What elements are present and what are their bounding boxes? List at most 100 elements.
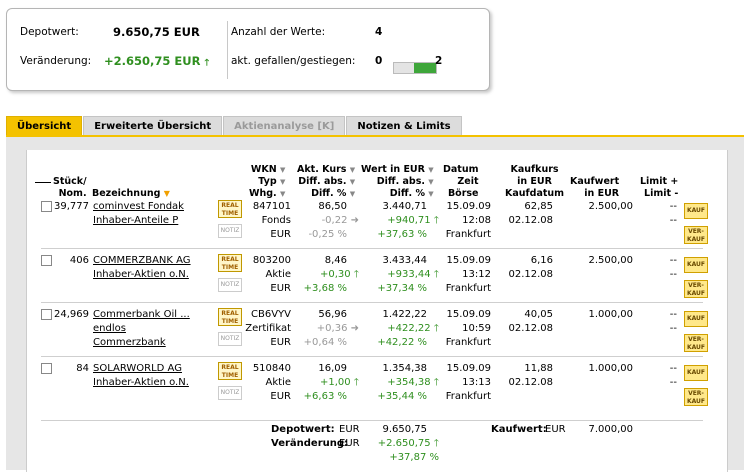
up-arrow-icon: 🡑 <box>204 58 210 68</box>
gestiegen-fill <box>414 63 436 73</box>
summary-divider <box>227 21 228 79</box>
row-limit-plus: -- <box>669 201 677 212</box>
depotwert-label: Depotwert: <box>20 26 79 38</box>
kauf-button[interactable]: KAUF <box>684 311 708 327</box>
row-name-line[interactable]: Inhaber-Aktien o.N. <box>93 376 189 390</box>
row-limit-minus: -- <box>669 269 677 280</box>
footer-kaufwert-cur: EUR <box>545 424 566 435</box>
row-kurs-pct: -0,25 % <box>308 229 347 240</box>
row-separator <box>41 248 703 249</box>
header-bezeichnung[interactable]: Bezeichnung ▼ <box>92 188 170 200</box>
sort-arrow-icon: ▼ <box>163 189 170 198</box>
kauf-button[interactable]: KAUF <box>684 203 708 219</box>
row-kaufkurs: 11,88 <box>524 363 553 374</box>
row-name-line[interactable]: cominvest Fondak <box>93 200 184 214</box>
row-checkbox[interactable] <box>41 201 52 212</box>
gestiegen-count: 2 <box>435 55 443 67</box>
row-separator <box>41 356 703 357</box>
depot-summary-box: Depotwert: 9.650,75 EUR Veränderung: +2.… <box>6 8 490 91</box>
row-boerse: Frankfurt <box>445 229 491 240</box>
footer-depotwert-label: Depotwert: <box>271 424 335 435</box>
tab-aktienanalyse[interactable]: Aktienanalyse [K] <box>223 116 346 136</box>
row-kurs: 8,46 <box>324 255 347 266</box>
row-kaufwert: 2.500,00 <box>588 255 633 266</box>
row-separator <box>41 302 703 303</box>
row-kurs-pct: +6,63 % <box>303 391 347 402</box>
tab-uebersicht[interactable]: Übersicht <box>6 116 83 136</box>
header-stueck[interactable]: Stück/Nom. <box>53 176 87 200</box>
row-datum: 15.09.09 <box>446 255 491 266</box>
verkauf-button[interactable]: VER- KAUF <box>684 334 708 352</box>
row-kurs-pct: +0,64 % <box>303 337 347 348</box>
verkauf-button[interactable]: VER- KAUF <box>684 280 708 298</box>
header-wert[interactable]: Wert in EUR ▼ Diff. abs. ▼ Diff. % ▼ <box>361 164 434 200</box>
footer-kaufwert-label: Kaufwert: <box>491 424 547 435</box>
row-limit-plus: -- <box>669 309 677 320</box>
row-name-line[interactable]: Commerzbank <box>93 336 166 350</box>
row-limit-minus: -- <box>669 323 677 334</box>
depot-table: Stück/Nom. Bezeichnung ▼ WKN ▼ Typ ▼ Whg. … <box>26 150 728 472</box>
header-kurs[interactable]: Akt. Kurs ▼ Diff. abs. ▼ Diff. % ▼ <box>297 164 355 200</box>
row-kaufdatum: 02.12.08 <box>508 269 553 280</box>
row-stueck: 39,777 <box>54 201 89 212</box>
header-wkn[interactable]: WKN ▼ Typ ▼ Whg. ▼ <box>249 164 285 200</box>
row-wkn: CB6VYV <box>251 309 291 320</box>
row-kaufwert: 1.000,00 <box>588 309 633 320</box>
row-limit-minus: -- <box>669 215 677 226</box>
row-kurs-diff: +1,00 🡑 <box>319 377 359 388</box>
header-limit[interactable]: Limit + Limit - <box>640 176 678 200</box>
row-name-line[interactable]: Inhaber-Anteile P <box>93 214 178 228</box>
footer-cur1: EUR <box>339 424 360 435</box>
row-zeit: 12:08 <box>462 215 491 226</box>
row-kurs: 56,96 <box>318 309 347 320</box>
row-wert-pct: +35,44 % <box>377 391 427 402</box>
row-name-line[interactable]: Commerbank Oil ... <box>93 308 190 322</box>
tab-erweiterte-uebersicht[interactable]: Erweiterte Übersicht <box>83 116 223 136</box>
row-wert: 1.354,38 <box>382 363 427 374</box>
row-kurs: 86,50 <box>318 201 347 212</box>
gefallen-gestiegen-label: akt. gefallen/gestiegen: <box>231 55 356 67</box>
row-kaufdatum: 02.12.08 <box>508 323 553 334</box>
row-kurs-diff: +0,36 ➜ <box>316 323 359 334</box>
row-wert: 1.422,22 <box>382 309 427 320</box>
header-kaufwert[interactable]: Kaufwert in EUR <box>570 176 619 200</box>
header-kaufkurs[interactable]: Kaufkurs in EUR Kaufdatum <box>505 164 564 200</box>
row-zeit: 13:13 <box>462 377 491 388</box>
row-wert-pct: +37,34 % <box>377 283 427 294</box>
row-wert-diff: +940,71 🡑 <box>387 215 439 226</box>
row-datum: 15.09.09 <box>446 309 491 320</box>
row-limit-minus: -- <box>669 377 677 388</box>
row-name-line[interactable]: endlos <box>93 322 126 336</box>
row-kurs-diff: +0,30 🡑 <box>319 269 359 280</box>
row-name-line[interactable]: Inhaber-Aktien o.N. <box>93 268 189 282</box>
verkauf-button[interactable]: VER- KAUF <box>684 226 708 244</box>
row-name-line[interactable]: COMMERZBANK AG <box>93 254 191 268</box>
row-kaufkurs: 40,05 <box>524 309 553 320</box>
row-name-line[interactable]: SOLARWORLD AG <box>93 362 182 376</box>
row-checkbox[interactable] <box>41 255 52 266</box>
footer-cur2: EUR <box>339 438 360 449</box>
row-boerse: Frankfurt <box>445 337 491 348</box>
row-kaufwert: 2.500,00 <box>588 201 633 212</box>
footer-kaufwert: 7.000,00 <box>588 424 633 435</box>
row-wkn: 803200 <box>252 255 291 266</box>
footer-veraenderung-label: Veränderung: <box>271 438 349 449</box>
row-boerse: Frankfurt <box>445 391 491 402</box>
kauf-button[interactable]: KAUF <box>684 365 708 381</box>
row-wert-diff: +422,22 🡑 <box>387 323 439 334</box>
row-kurs-diff: -0,22 ➜ <box>321 215 359 226</box>
tab-notizen-limits[interactable]: Notizen & Limits <box>346 116 462 136</box>
row-checkbox[interactable] <box>41 309 52 320</box>
header-datum[interactable]: Datum Zeit Börse <box>443 164 479 200</box>
row-boerse: Frankfurt <box>445 283 491 294</box>
row-wert-pct: +37,63 % <box>377 229 427 240</box>
row-zeit: 13:12 <box>462 269 491 280</box>
kauf-button[interactable]: KAUF <box>684 257 708 273</box>
row-checkbox[interactable] <box>41 363 52 374</box>
footer-pct: +37,87 % <box>389 452 439 463</box>
verkauf-button[interactable]: VER- KAUF <box>684 388 708 406</box>
row-stueck: 24,969 <box>54 309 89 320</box>
anzahl-value: 4 <box>375 26 383 38</box>
row-kaufdatum: 02.12.08 <box>508 215 553 226</box>
select-all-line <box>35 182 51 183</box>
